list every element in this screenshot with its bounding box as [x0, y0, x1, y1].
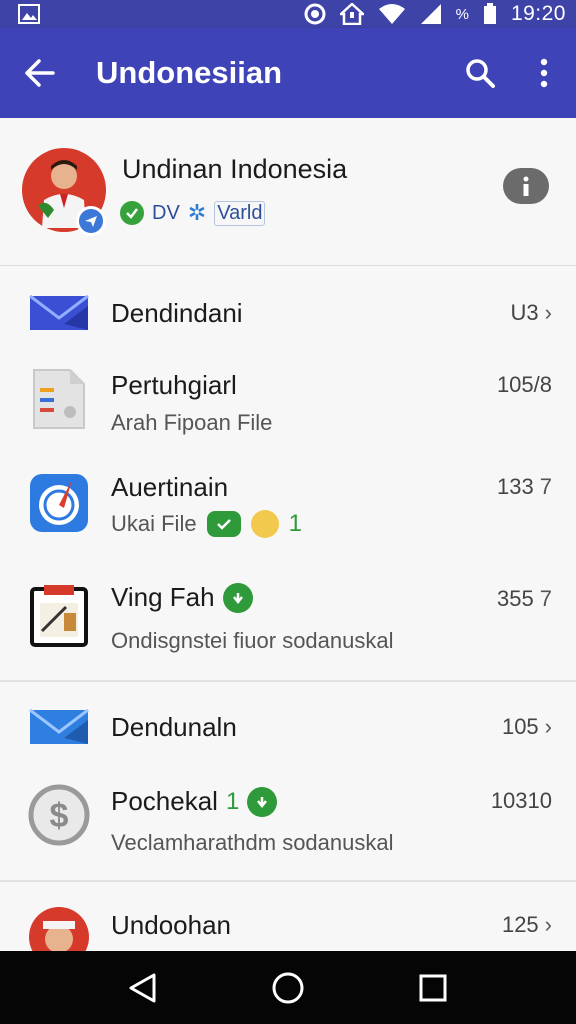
list-item[interactable]: Ving Fah Ondisgnstei fiuor sodanuskal 35… [0, 572, 576, 680]
chevron-right-icon: 7 [539, 474, 552, 499]
chevron-right-icon: › [544, 714, 552, 739]
chevron-right-icon: › [544, 912, 552, 937]
search-icon [466, 59, 495, 88]
status-time: 19:20 [510, 2, 566, 25]
emoji-icon [250, 510, 279, 538]
row-subtitle: Ondisgnstei fiuor sodanuskal [111, 628, 394, 653]
row-meta: 105/8 [497, 372, 552, 398]
row-meta-value: 133 [497, 474, 534, 499]
row-title-text: Ving Fah [111, 582, 215, 612]
more-options-button[interactable] [512, 28, 576, 118]
page-title: Undonesiian [96, 55, 283, 90]
row-meta-value: 105 [501, 714, 539, 739]
row-meta-value: U3 [510, 300, 539, 325]
person-avatar-icon [26, 904, 92, 951]
home-alert-icon [339, 3, 364, 25]
status-right: % 19:20 [304, 2, 566, 26]
row-meta-value: 10310 [490, 788, 552, 813]
row-count: 1 [288, 510, 302, 537]
signal-icon [420, 4, 441, 24]
image-icon [18, 4, 40, 24]
row-count: 1 [225, 787, 240, 815]
check-badge-icon [206, 511, 241, 537]
row-subtitle: Ukai File 1 [111, 510, 302, 538]
list-item[interactable]: Auertinain Ukai File 1 133 7 [0, 462, 576, 572]
row-meta: 133 7 [497, 474, 552, 500]
mail-icon [26, 694, 92, 760]
document-icon [26, 366, 92, 432]
row-meta: 105 › [502, 714, 552, 740]
list-item[interactable]: Undoohan 125 › [0, 888, 576, 951]
chevron-right-icon: 7 [539, 586, 552, 611]
wifi-icon [378, 4, 405, 24]
app-bar: Undonesiian [0, 28, 576, 118]
gear-icon: ✲ [187, 200, 207, 225]
row-subtitle: Veclamharathdm sodanuskal [111, 830, 394, 855]
more-vert-icon [540, 58, 548, 88]
avatar [22, 148, 106, 236]
list-item[interactable]: $ Pochekal 1 Veclamharathdm sodanuskal 1… [0, 774, 576, 880]
row-title: Dendunaln [111, 712, 237, 742]
row-meta-value: 125 [501, 912, 539, 937]
info-button[interactable] [503, 168, 549, 204]
row-subtitle-text: Ukai File [111, 511, 197, 536]
list-item[interactable]: Dendindani U3 › [0, 270, 576, 360]
list-item[interactable]: Dendunaln 105 › [0, 684, 576, 774]
row-meta: 355 7 [497, 586, 552, 612]
plane-icon [85, 216, 97, 227]
search-button[interactable] [448, 28, 512, 118]
system-nav-bar [0, 951, 576, 1024]
row-meta: U3 › [511, 300, 552, 326]
nav-home-button[interactable] [258, 958, 318, 1018]
row-title: Undoohan [111, 910, 231, 940]
verified-check-icon [222, 582, 253, 613]
verified-badge [76, 206, 106, 236]
dollar-coin-icon: $ [26, 782, 92, 848]
row-title: Auertinain [111, 472, 229, 502]
status-bar: % 19:20 [0, 0, 576, 28]
chevron-right-icon: › [544, 300, 552, 325]
row-meta: 125 › [502, 912, 552, 938]
row-meta-value: 105/8 [496, 372, 552, 397]
verified-check-icon [247, 786, 278, 817]
row-meta-value: 355 [497, 586, 534, 611]
check-icon [120, 201, 144, 225]
svg-text:$: $ [50, 797, 69, 835]
battery-percent-label: % [455, 5, 469, 23]
info-icon [523, 176, 529, 196]
clipboard-chart-icon [26, 582, 92, 648]
row-subtitle: Arah Fipoan File [111, 410, 273, 435]
row-title-text: Pochekal [111, 786, 218, 816]
row-meta: 10310 [491, 788, 552, 814]
home-circle-icon [272, 972, 304, 1003]
location-ring-icon [304, 3, 326, 25]
recents-square-icon [419, 974, 447, 1001]
row-title: Pertuhgiarl [111, 370, 237, 400]
nav-recents-button[interactable] [403, 958, 463, 1018]
status-left [18, 4, 40, 24]
profile-name: Undinan Indonesia [122, 154, 348, 184]
profile-sub-prefix: DV [152, 201, 180, 224]
list-item[interactable]: Pertuhgiarl Arah Fipoan File 105/8 [0, 360, 576, 460]
back-triangle-icon [129, 973, 156, 1002]
compass-icon [26, 470, 92, 536]
profile-tag: Varld [214, 200, 266, 226]
profile-header[interactable]: Undinan Indonesia DV ✲ Varld [0, 118, 576, 266]
back-button[interactable] [0, 28, 80, 118]
row-title: Dendindani [111, 298, 243, 328]
profile-subline: DV ✲ Varld [120, 200, 266, 226]
mail-icon [26, 280, 92, 346]
row-title: Pochekal 1 [111, 786, 278, 817]
row-title: Ving Fah [111, 582, 253, 613]
back-arrow-icon [25, 59, 55, 87]
battery-icon [483, 3, 496, 24]
nav-back-button[interactable] [113, 958, 173, 1018]
